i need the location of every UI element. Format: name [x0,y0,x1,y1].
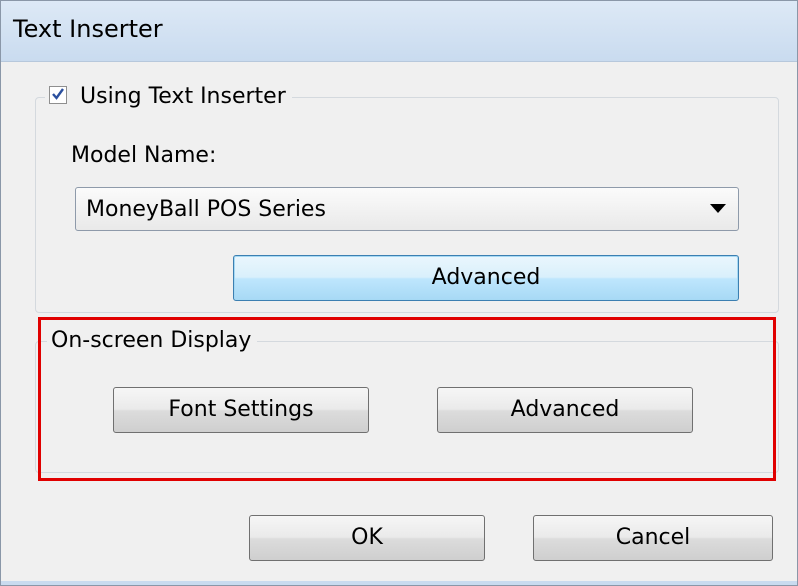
text-inserter-advanced-button[interactable]: Advanced [233,255,739,301]
on-screen-display-title: On-screen Display [47,327,258,355]
model-name-label: Model Name: [71,143,217,168]
using-text-inserter-label: Using Text Inserter [80,84,286,109]
window-bottom-border [1,581,797,585]
text-inserter-dialog: Text Inserter Using Text Inserter Model … [0,0,798,586]
model-name-select[interactable]: MoneyBall POS Series [75,187,739,231]
osd-advanced-button[interactable]: Advanced [437,387,693,433]
check-icon [52,88,64,100]
model-name-value: MoneyBall POS Series [86,197,326,222]
ok-button[interactable]: OK [249,515,485,561]
window-title: Text Inserter [13,15,163,43]
title-bar: Text Inserter [1,1,797,62]
chevron-down-icon [710,204,726,213]
using-text-inserter-checkbox[interactable] [49,86,67,104]
font-settings-button[interactable]: Font Settings [113,387,369,433]
using-text-inserter-checkbox-row[interactable]: Using Text Inserter [45,83,292,111]
cancel-button[interactable]: Cancel [533,515,773,561]
